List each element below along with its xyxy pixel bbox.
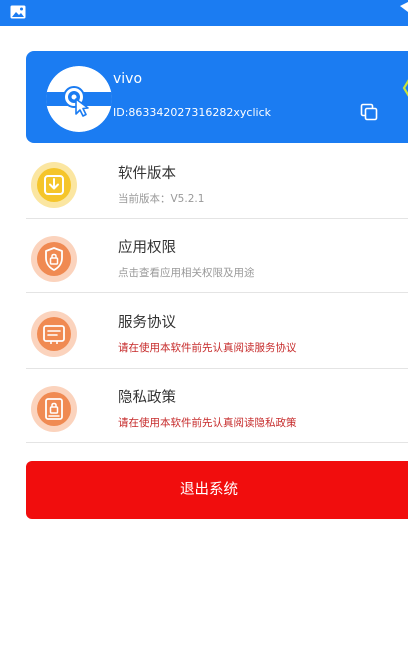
shield-lock-icon (31, 236, 77, 282)
menu-item-title: 软件版本 (118, 166, 176, 182)
menu-item-subtitle: 请在使用本软件前先认真阅读服务协议 (118, 342, 297, 354)
menu-item-title: 应用权限 (118, 240, 176, 256)
divider (26, 368, 408, 369)
user-name: vivo (113, 71, 143, 87)
settings-page: vivo ID:863342027316282xyclick 软件版本 当前版本… (0, 0, 408, 655)
status-bar (0, 0, 408, 26)
menu-item-title: 服务协议 (118, 315, 176, 331)
logout-button[interactable]: 退出系统 (26, 461, 408, 519)
divider (26, 292, 408, 293)
device-id: ID:863342027316282xyclick (113, 106, 271, 119)
menu-item-service-agreement[interactable]: 服务协议 请在使用本软件前先认真阅读服务协议 (26, 297, 408, 371)
menu-item-privacy-policy[interactable]: 隐私政策 请在使用本软件前先认真阅读隐私政策 (26, 372, 408, 446)
logout-label: 退出系统 (180, 482, 238, 498)
menu-item-app-permissions[interactable]: 应用权限 点击查看应用相关权限及用途 (26, 222, 408, 296)
menu-item-subtitle: 当前版本：V5.2.1 (118, 193, 205, 205)
agreement-card-icon (31, 311, 77, 357)
copy-icon[interactable] (360, 103, 378, 121)
menu-item-software-version[interactable]: 软件版本 当前版本：V5.2.1 (26, 148, 408, 222)
divider (26, 442, 408, 443)
menu-item-title: 隐私政策 (118, 390, 176, 406)
privacy-document-icon (31, 386, 77, 432)
avatar (46, 66, 112, 132)
divider (26, 218, 408, 219)
diamond-badge-icon (402, 79, 408, 97)
download-box-icon (31, 162, 77, 208)
signal-icon (400, 2, 408, 12)
image-notification-icon (10, 5, 26, 19)
menu-item-subtitle: 点击查看应用相关权限及用途 (118, 267, 255, 279)
menu-item-subtitle: 请在使用本软件前先认真阅读隐私政策 (118, 417, 297, 429)
profile-card: vivo ID:863342027316282xyclick (26, 51, 408, 143)
app-logo-icon (46, 66, 112, 132)
